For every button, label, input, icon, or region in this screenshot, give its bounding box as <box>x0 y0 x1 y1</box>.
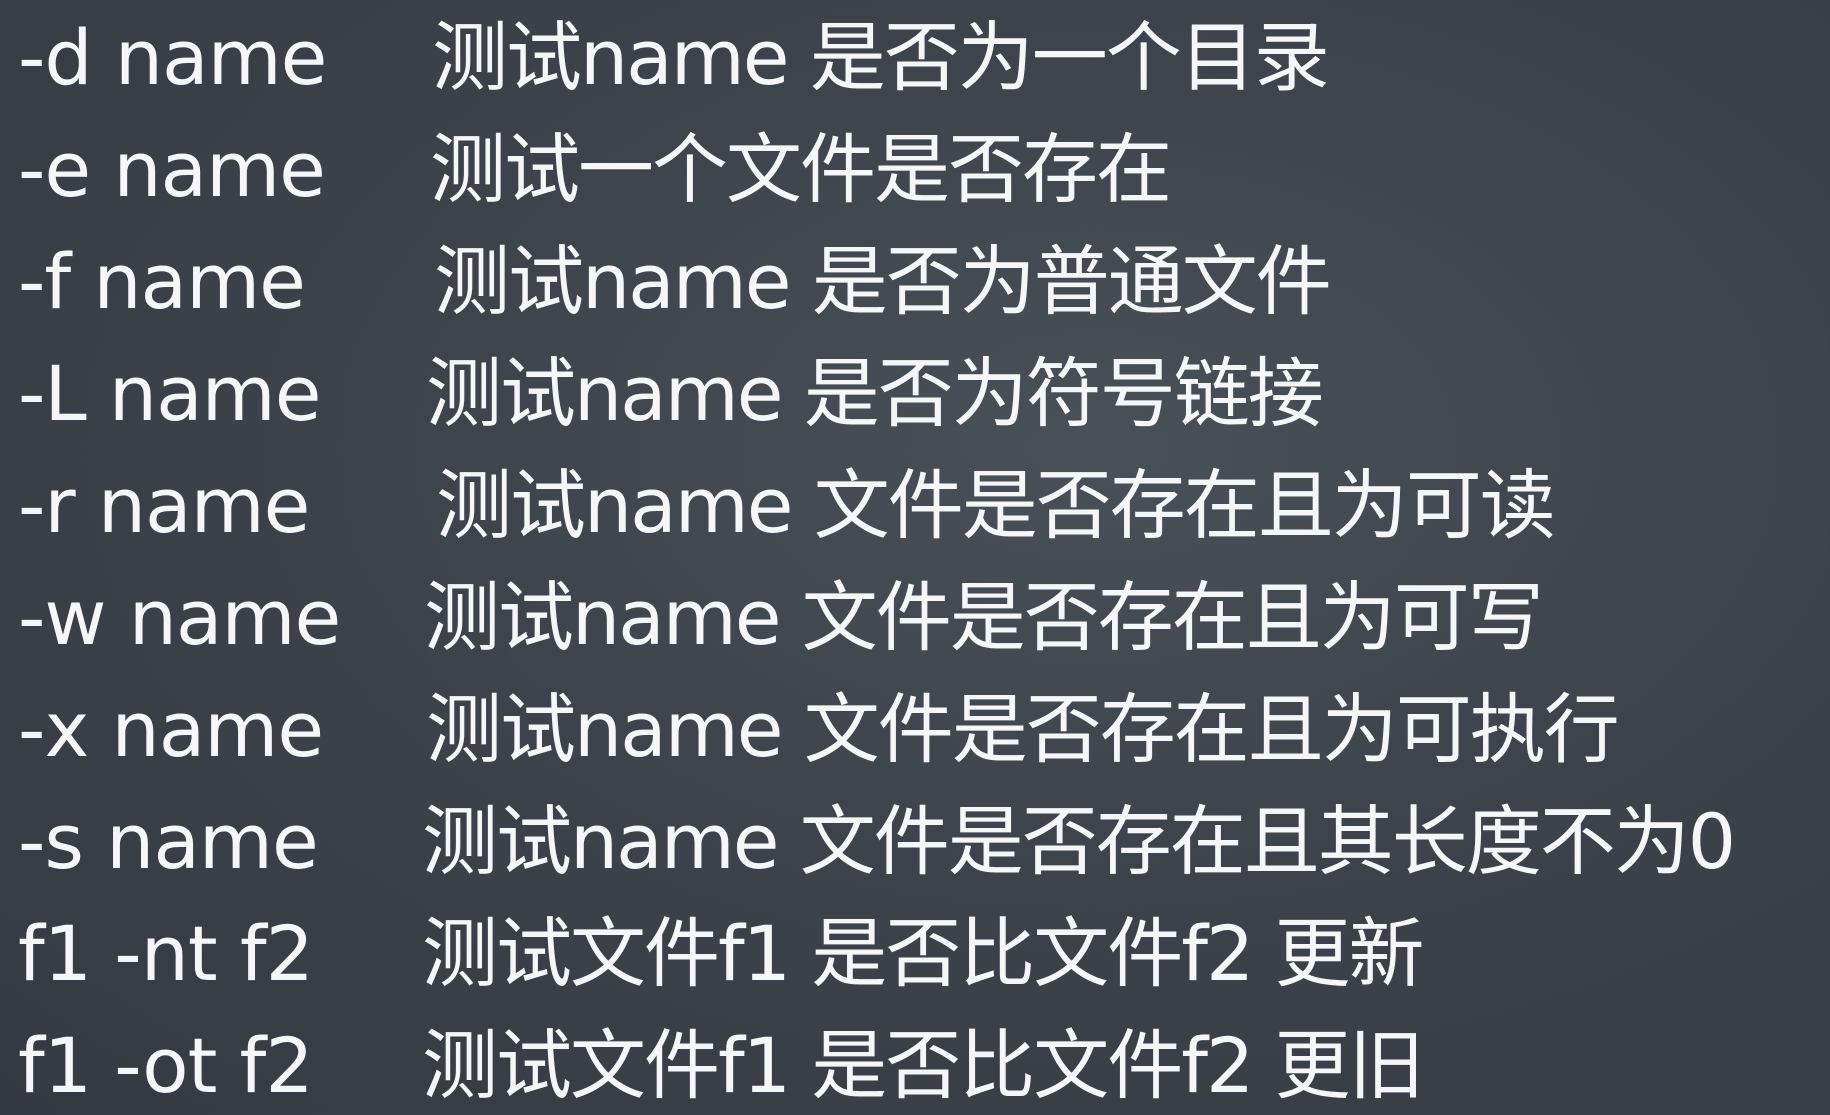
operator-flag: f1 -nt f2 <box>18 909 314 998</box>
operator-description: 测试name 文件是否存在且为可写 <box>424 573 1544 662</box>
operator-row-d: -d name 测试name 是否为一个目录 <box>0 2 1830 114</box>
operator-flag: f1 -ot f2 <box>18 1021 314 1110</box>
operator-description: 测试name 文件是否存在且为可读 <box>436 461 1556 550</box>
operator-row-L: -L name 测试name 是否为符号链接 <box>0 338 1830 450</box>
operator-row-s: -s name 测试name 文件是否存在且其长度不为0 <box>0 786 1830 898</box>
operator-row-nt: f1 -nt f2 测试文件f1 是否比文件f2 更新 <box>0 898 1830 1010</box>
operator-description: 测试一个文件是否存在 <box>430 125 1172 214</box>
operator-description: 测试文件f1 是否比文件f2 更旧 <box>422 1021 1425 1110</box>
operator-description: 测试name 文件是否存在且为可执行 <box>426 685 1620 774</box>
operator-description: 测试name 是否为普通文件 <box>434 237 1332 326</box>
operator-flag: -s name <box>18 797 319 886</box>
operator-flag: -e name <box>18 125 326 214</box>
operator-description: 测试文件f1 是否比文件f2 更新 <box>422 909 1425 998</box>
operator-row-x: -x name 测试name 文件是否存在且为可执行 <box>0 674 1830 786</box>
operator-flag: -d name <box>18 13 327 102</box>
operator-flag: -w name <box>18 573 341 662</box>
operator-row-e: -e name 测试一个文件是否存在 <box>0 114 1830 226</box>
file-test-operators-slide: -d name 测试name 是否为一个目录 -e name 测试一个文件是否存… <box>0 0 1830 1115</box>
operator-description: 测试name 是否为一个目录 <box>432 13 1330 102</box>
operator-row-w: -w name 测试name 文件是否存在且为可写 <box>0 562 1830 674</box>
operator-flag: -L name <box>18 349 321 438</box>
operator-flag: -x name <box>18 685 324 774</box>
operator-description: 测试name 文件是否存在且其长度不为0 <box>422 797 1736 886</box>
operator-row-r: -r name 测试name 文件是否存在且为可读 <box>0 450 1830 562</box>
operator-flag: -f name <box>18 237 306 326</box>
operator-row-ot: f1 -ot f2 测试文件f1 是否比文件f2 更旧 <box>0 1010 1830 1115</box>
operator-description: 测试name 是否为符号链接 <box>426 349 1324 438</box>
operator-row-f: -f name 测试name 是否为普通文件 <box>0 226 1830 338</box>
operator-flag: -r name <box>18 461 310 550</box>
